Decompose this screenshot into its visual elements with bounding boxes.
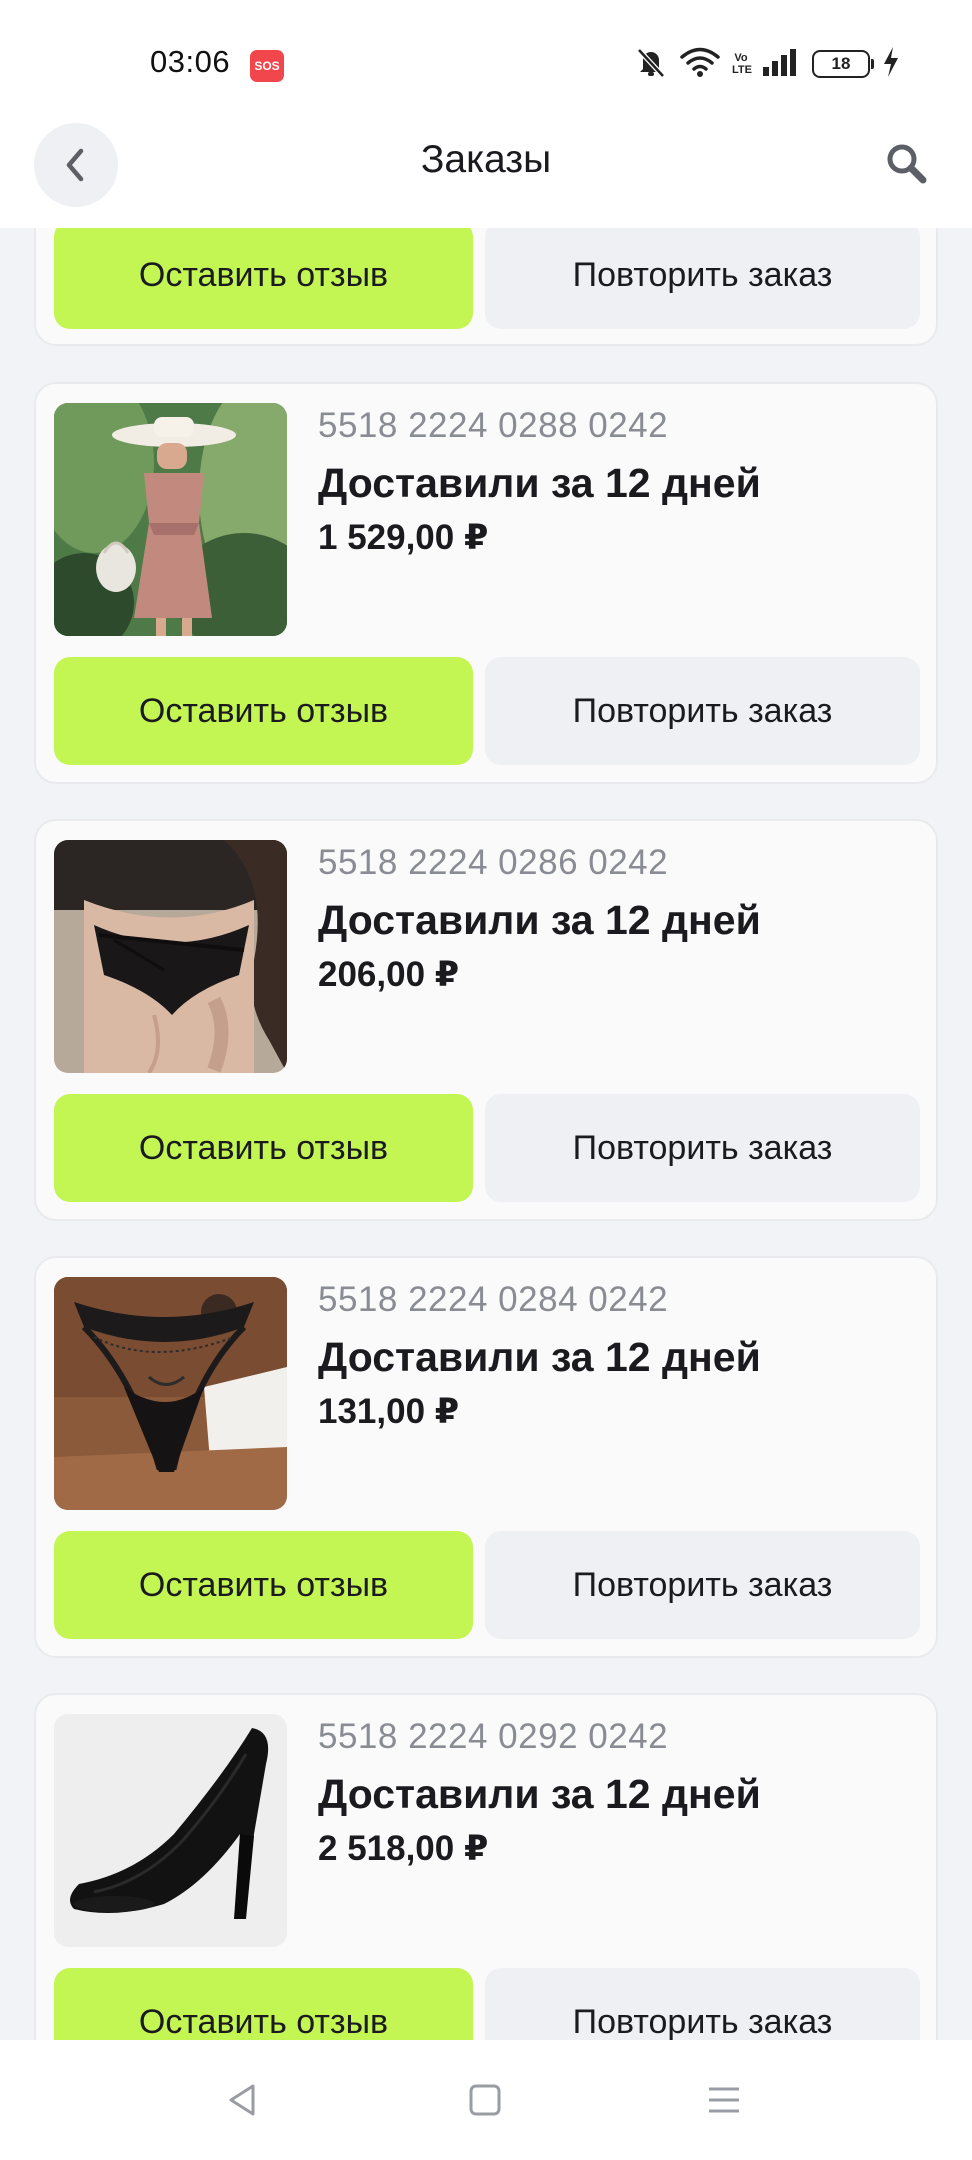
battery-icon: 18 [812,50,874,78]
order-price: 2 518,00 ₽ [318,1829,489,1868]
status-bar: 03:06 SOS Vo LTE 18 [0,0,972,120]
sos-badge: SOS [250,50,284,82]
product-image[interactable] [54,403,287,636]
header: Заказы [0,120,972,228]
repeat-order-button[interactable]: Повторить заказ [485,228,920,329]
delivery-status: Доставили за 12 дней [318,1334,761,1380]
order-card-partial: Оставить отзыв Повторить заказ [34,228,938,346]
leave-review-button[interactable]: Оставить отзыв [54,228,473,329]
delivery-status: Доставили за 12 дней [318,1771,761,1817]
volte-label: Vo LTE [732,52,752,76]
repeat-order-button[interactable]: Повторить заказ [485,1531,920,1639]
triangle-back-icon [229,2084,255,2116]
leave-review-button[interactable]: Оставить отзыв [54,1531,473,1639]
delivery-status: Доставили за 12 дней [318,897,761,943]
repeat-order-button[interactable]: Повторить заказ [485,1968,920,2040]
status-time: 03:06 [150,44,231,79]
order-card: 5518 2224 0286 0242 Доставили за 12 дней… [34,819,938,1221]
system-nav-bar [0,2040,972,2160]
product-image[interactable] [54,1714,287,1947]
product-image[interactable] [54,1277,287,1510]
order-card: 5518 2224 0288 0242 Доставили за 12 дней… [34,382,938,784]
repeat-order-button[interactable]: Повторить заказ [485,1094,920,1202]
nav-back-button[interactable] [213,2070,273,2130]
orders-list[interactable]: Оставить отзыв Повторить заказ 5518 2224… [0,228,972,2040]
order-number: 5518 2224 0284 0242 [318,1280,669,1319]
order-number: 5518 2224 0286 0242 [318,843,669,882]
order-number: 5518 2224 0292 0242 [318,1717,669,1756]
search-icon [887,144,927,184]
leave-review-button[interactable]: Оставить отзыв [54,657,473,765]
repeat-order-button[interactable]: Повторить заказ [485,657,920,765]
order-number: 5518 2224 0288 0242 [318,406,669,445]
order-card: 5518 2224 0284 0242 Доставили за 12 дней… [34,1256,938,1658]
search-button[interactable] [876,134,936,194]
leave-review-button[interactable]: Оставить отзыв [54,1094,473,1202]
square-home-icon [469,2084,501,2116]
signal-icon [762,47,800,82]
order-price: 206,00 ₽ [318,955,460,994]
order-card: 5518 2224 0292 0242 Доставили за 12 дней… [34,1693,938,2040]
leave-review-button[interactable]: Оставить отзыв [54,1968,473,2040]
order-price: 1 529,00 ₽ [318,518,489,557]
nav-home-button[interactable] [455,2070,515,2130]
status-icons: Vo LTE 18 [634,44,900,84]
delivery-status: Доставили за 12 дней [318,460,761,506]
order-price: 131,00 ₽ [318,1392,460,1431]
page-title: Заказы [420,138,552,181]
wifi-icon [680,46,720,83]
product-image[interactable] [54,840,287,1073]
hamburger-menu-icon [709,2087,739,2113]
nav-menu-button[interactable] [694,2070,754,2130]
charging-bolt-icon [882,46,900,83]
mute-bell-icon [634,45,668,84]
